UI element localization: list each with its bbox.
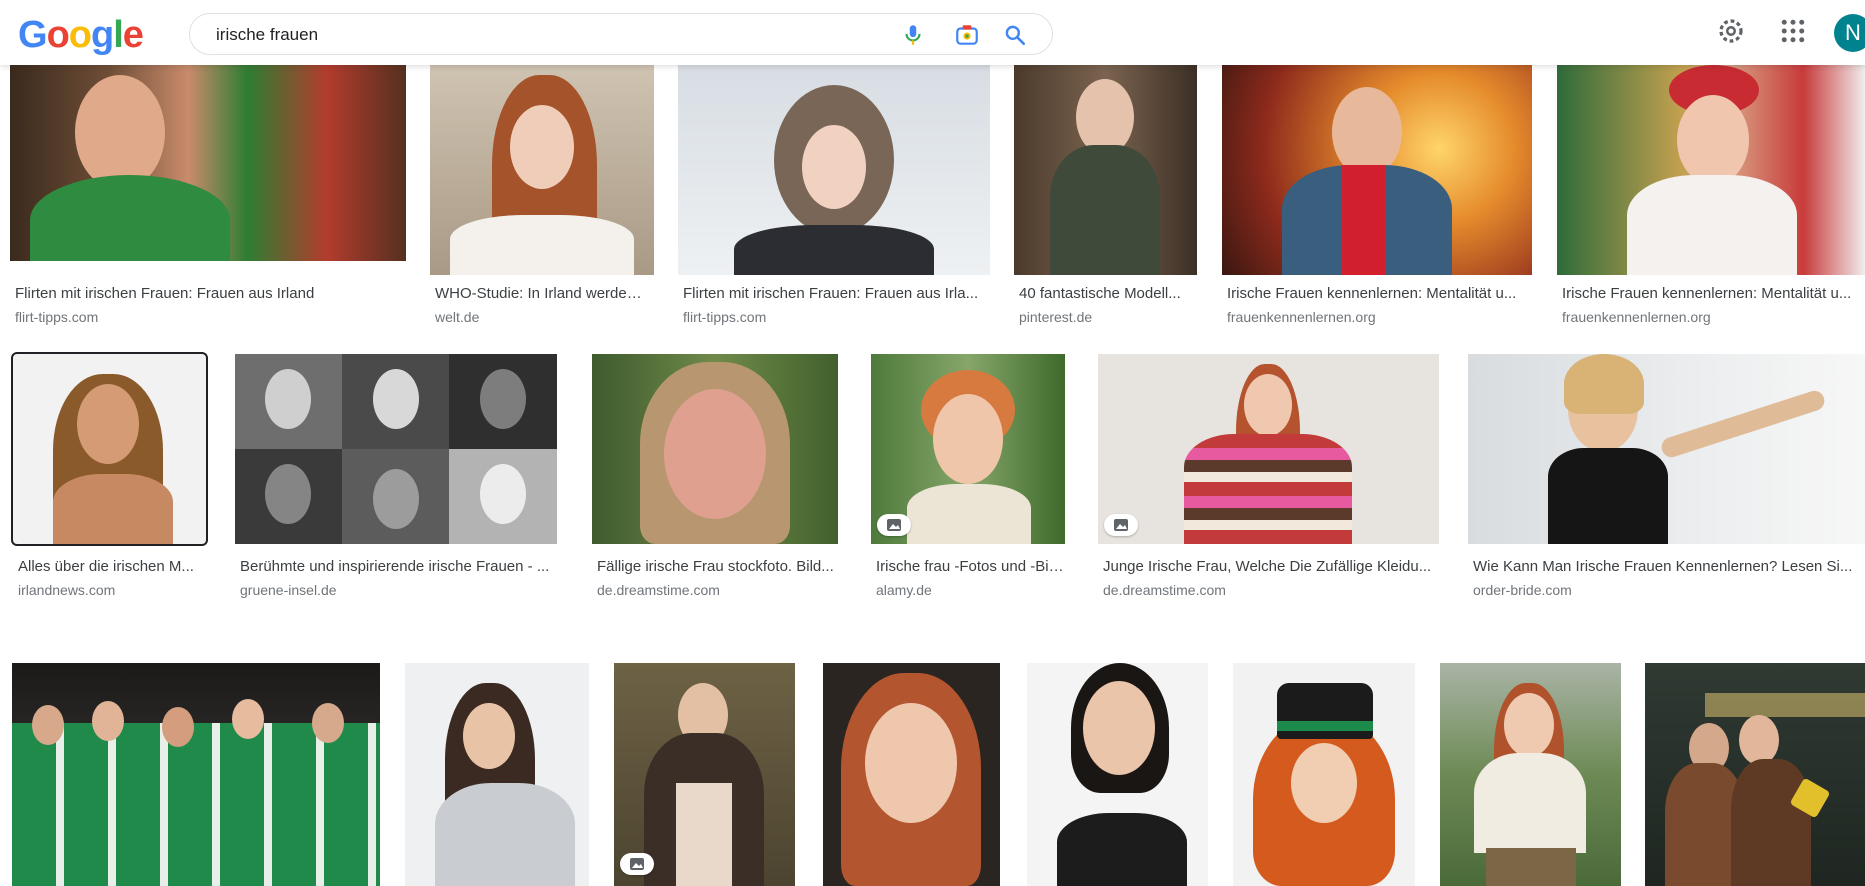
logo-letter: o (68, 14, 92, 56)
result-thumbnail[interactable] (405, 663, 589, 886)
result-thumbnail[interactable] (430, 65, 654, 275)
result-thumbnail[interactable] (1098, 354, 1439, 544)
image-results-grid: Flirten mit irischen Frauen: Frauen aus … (0, 65, 1865, 886)
result-thumbnail[interactable] (678, 65, 990, 275)
account-avatar[interactable]: N (1834, 14, 1865, 52)
image-result[interactable] (1233, 663, 1415, 886)
logo-letter: G (18, 14, 48, 56)
result-source[interactable]: frauenkennenlernen.org (1227, 309, 1376, 325)
result-thumbnail[interactable] (235, 354, 557, 544)
result-thumbnail[interactable] (12, 663, 380, 886)
result-source[interactable]: order-bride.com (1473, 582, 1572, 598)
result-source[interactable]: welt.de (435, 309, 479, 325)
result-source[interactable]: flirt-tipps.com (15, 309, 98, 325)
camera-search-icon[interactable] (954, 22, 980, 48)
result-title[interactable]: Wie Kann Man Irische Frauen Kennenlernen… (1473, 558, 1861, 575)
image-result[interactable]: Irische Frauen kennenlernen: Mentalität … (1557, 65, 1865, 335)
search-input[interactable] (214, 22, 868, 48)
result-thumbnail[interactable] (1557, 65, 1865, 275)
result-thumbnail[interactable] (1027, 663, 1208, 886)
top-bar: Google N (0, 0, 1865, 65)
result-source[interactable]: flirt-tipps.com (683, 309, 766, 325)
result-thumbnail[interactable] (1440, 663, 1621, 886)
logo-letter: e (122, 14, 144, 56)
image-result[interactable] (823, 663, 1000, 886)
result-title[interactable]: Alles über die irischen M... (18, 558, 203, 575)
result-title[interactable]: Irische Frauen kennenlernen: Mentalität … (1562, 285, 1862, 302)
logo-letter: o (46, 14, 70, 56)
image-result[interactable]: 40 fantastische Modell... pinterest.de (1014, 65, 1197, 335)
image-result[interactable] (1027, 663, 1208, 886)
image-result[interactable]: Berühmte und inspirierende irische Fraue… (235, 354, 560, 598)
image-result[interactable]: Wie Kann Man Irische Frauen Kennenlernen… (1468, 354, 1865, 598)
result-source[interactable]: alamy.de (876, 582, 932, 598)
image-result[interactable]: Alles über die irischen M... irlandnews.… (11, 352, 208, 598)
result-title[interactable]: Junge Irische Frau, Welche Die Zufällige… (1103, 558, 1438, 575)
image-result[interactable] (405, 663, 589, 886)
image-result[interactable]: WHO-Studie: In Irland werden ... welt.de (430, 65, 654, 335)
result-title[interactable]: Irische frau -Fotos und -Bil... (876, 558, 1064, 575)
image-result[interactable]: Flirten mit irischen Frauen: Frauen aus … (678, 65, 990, 335)
result-thumbnail[interactable] (871, 354, 1065, 544)
result-thumbnail[interactable] (1222, 65, 1532, 275)
result-thumbnail[interactable] (11, 352, 208, 546)
result-source[interactable]: de.dreamstime.com (1103, 582, 1226, 598)
image-result[interactable] (12, 663, 380, 886)
result-title[interactable]: Flirten mit irischen Frauen: Frauen aus … (15, 285, 395, 302)
result-source[interactable]: de.dreamstime.com (597, 582, 720, 598)
search-box (189, 13, 1053, 55)
result-thumbnail[interactable] (614, 663, 795, 886)
image-icon (877, 514, 911, 536)
image-result[interactable] (1645, 663, 1865, 886)
result-source[interactable]: gruene-insel.de (240, 582, 337, 598)
gear-icon[interactable] (1716, 16, 1746, 46)
result-source[interactable]: pinterest.de (1019, 309, 1092, 325)
apps-grid-icon[interactable] (1778, 16, 1808, 46)
result-title[interactable]: Fällige irische Frau stockfoto. Bild... (597, 558, 837, 575)
google-logo[interactable]: Google (18, 12, 144, 58)
result-title[interactable]: WHO-Studie: In Irland werden ... (435, 285, 650, 302)
result-title[interactable]: Berühmte und inspirierende irische Fraue… (240, 558, 555, 575)
result-thumbnail[interactable] (1468, 354, 1865, 544)
search-icon[interactable] (1002, 22, 1028, 48)
result-thumbnail[interactable] (1645, 663, 1865, 886)
result-thumbnail[interactable] (10, 65, 406, 261)
result-title[interactable]: Irische Frauen kennenlernen: Mentalität … (1227, 285, 1527, 302)
image-icon (620, 853, 654, 875)
image-result[interactable]: Fällige irische Frau stockfoto. Bild... … (592, 354, 840, 598)
result-thumbnail[interactable] (1014, 65, 1197, 275)
microphone-icon[interactable] (900, 22, 926, 48)
image-result[interactable]: Irische Frauen kennenlernen: Mentalität … (1222, 65, 1532, 335)
logo-letter: l (113, 14, 124, 56)
result-source[interactable]: irlandnews.com (18, 582, 115, 598)
result-thumbnail[interactable] (1233, 663, 1415, 886)
image-result[interactable]: Irische frau -Fotos und -Bil... alamy.de (871, 354, 1067, 598)
image-result[interactable]: Junge Irische Frau, Welche Die Zufällige… (1098, 354, 1441, 598)
result-title[interactable]: Flirten mit irischen Frauen: Frauen aus … (683, 285, 983, 302)
result-thumbnail[interactable] (592, 354, 838, 544)
result-source[interactable]: frauenkennenlernen.org (1562, 309, 1711, 325)
result-thumbnail[interactable] (823, 663, 1000, 886)
result-title[interactable]: 40 fantastische Modell... (1019, 285, 1194, 302)
image-icon (1104, 514, 1138, 536)
image-result[interactable] (614, 663, 795, 886)
image-result[interactable] (1440, 663, 1621, 886)
image-result[interactable]: Flirten mit irischen Frauen: Frauen aus … (10, 65, 406, 335)
logo-letter: g (91, 14, 114, 56)
